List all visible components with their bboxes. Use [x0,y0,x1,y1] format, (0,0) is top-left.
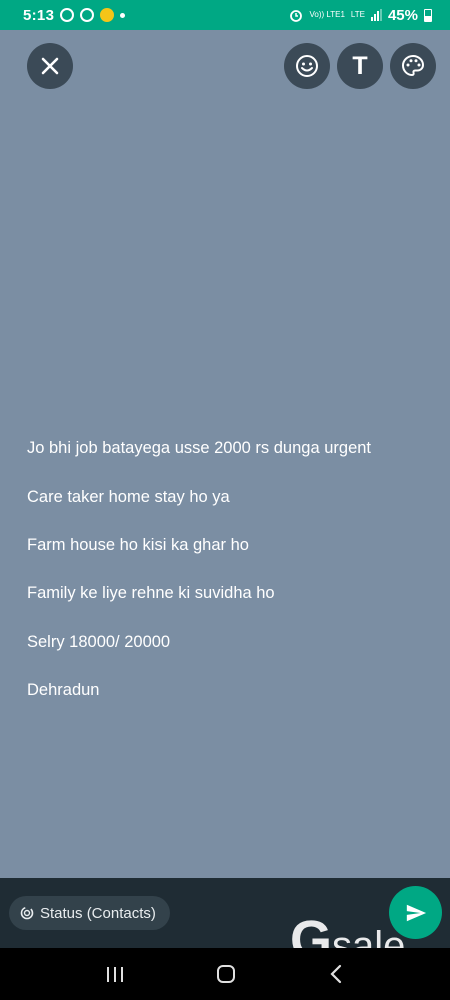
system-status-bar: 5:13 Vo)) LTE1 LTE 45% [0,0,450,30]
background-color-button[interactable] [390,43,436,89]
emoji-icon [296,55,318,77]
more-notifications-dot-icon [120,12,126,18]
signal-strength-icon [370,9,382,21]
battery-percentage: 45% [387,6,418,24]
status-line: Care taker home stay ho ya [27,487,230,506]
status-audience-chip[interactable]: Status (Contacts) [9,896,170,930]
back-button[interactable] [329,964,343,984]
network-type: LTE [350,10,365,19]
close-button[interactable] [27,43,73,89]
close-icon [41,57,59,75]
status-line: Family ke liye rehne ki suvidha ho [27,584,275,603]
battery-icon [424,8,432,22]
status-line: Farm house ho kisi ka ghar ho [27,536,249,555]
recent-apps-button[interactable] [107,966,123,982]
youtube-notification-icon [60,8,75,22]
system-navigation-bar [0,948,450,1000]
status-line: Dehradun [27,681,100,700]
status-audience-icon [20,906,34,920]
alarm-icon [290,10,303,22]
send-icon [406,904,426,921]
volte-indicator: Vo)) LTE1 [309,10,345,19]
status-text-body[interactable]: Jo bhi job batayega usse 2000 rs dunga u… [27,412,427,727]
palette-icon [401,54,425,77]
status-line: Selry 18000/ 20000 [27,632,171,651]
sync-notification-icon [80,8,95,22]
text-font-button[interactable]: T [337,43,383,89]
home-button[interactable] [217,965,235,983]
status-line: Jo bhi job batayega usse 2000 rs dunga u… [27,439,372,458]
emoji-button[interactable] [284,43,330,89]
text-icon: T [352,51,368,80]
clock: 5:13 [23,6,55,24]
app-notification-icon [100,8,115,22]
status-audience-label: Status (Contacts) [40,904,156,922]
